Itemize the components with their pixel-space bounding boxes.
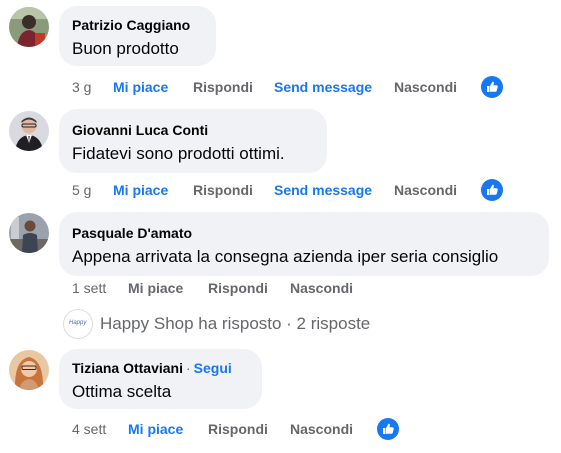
separator-dot: · — [186, 360, 191, 376]
comment-author[interactable]: Pasquale D'amato — [72, 225, 192, 241]
hide-button[interactable]: Nascondi — [290, 421, 353, 437]
comment-bubble: Pasquale D'amato Appena arrivata la cons… — [59, 212, 549, 276]
hide-button[interactable]: Nascondi — [394, 182, 457, 198]
thumbs-up-icon[interactable] — [481, 76, 503, 98]
comment-text: Appena arrivata la consegna azienda iper… — [72, 247, 499, 266]
like-button[interactable]: Mi piace — [128, 421, 183, 437]
like-button[interactable]: Mi piace — [113, 79, 168, 95]
comment-time[interactable]: 1 sett — [72, 280, 106, 296]
reply-button[interactable]: Rispondi — [193, 182, 253, 198]
avatar[interactable] — [9, 111, 49, 151]
page-avatar: Happy — [63, 309, 93, 339]
comment-text: Fidatevi sono prodotti ottimi. — [72, 144, 285, 163]
comment-bubble: Tiziana Ottaviani · Segui Ottima scelta — [59, 349, 262, 409]
hide-button[interactable]: Nascondi — [394, 79, 457, 95]
comment-actions: 5 g Mi piace Rispondi Send message Nasco… — [0, 179, 561, 203]
comment-bubble: Giovanni Luca Conti Fidatevi sono prodot… — [59, 109, 327, 173]
avatar[interactable] — [9, 7, 49, 47]
avatar[interactable] — [9, 213, 49, 253]
comment-text: Ottima scelta — [72, 382, 172, 401]
comment-actions: 3 g Mi piace Rispondi Send message Nasco… — [0, 76, 561, 100]
comment-author[interactable]: Patrizio Caggiano — [72, 17, 190, 33]
comment-time[interactable]: 3 g — [72, 79, 91, 95]
send-message-button[interactable]: Send message — [274, 182, 372, 198]
page-avatar-logo-text: Happy — [69, 320, 87, 326]
comment-author-row: Tiziana Ottaviani · Segui — [72, 360, 232, 376]
comment-time[interactable]: 4 sett — [72, 421, 106, 437]
comment-author[interactable]: Tiziana Ottaviani — [72, 360, 183, 376]
avatar[interactable] — [9, 350, 49, 390]
follow-button[interactable]: Segui — [194, 360, 232, 376]
reply-button[interactable]: Rispondi — [208, 280, 268, 296]
thumbs-up-icon[interactable] — [481, 179, 503, 201]
comment-author[interactable]: Giovanni Luca Conti — [72, 122, 208, 138]
thumbs-up-icon[interactable] — [377, 418, 399, 440]
like-button[interactable]: Mi piace — [128, 280, 183, 296]
comment-time[interactable]: 5 g — [72, 182, 91, 198]
comment-bubble: Patrizio Caggiano Buon prodotto — [59, 6, 216, 66]
replies-summary-text[interactable]: Happy Shop ha risposto · 2 risposte — [100, 314, 370, 334]
comment-actions: 4 sett Mi piace Rispondi Nascondi — [0, 418, 561, 442]
hide-button[interactable]: Nascondi — [290, 280, 353, 296]
reply-button[interactable]: Rispondi — [208, 421, 268, 437]
comment-actions: 1 sett Mi piace Rispondi Nascondi — [0, 277, 561, 301]
like-button[interactable]: Mi piace — [113, 182, 168, 198]
reply-button[interactable]: Rispondi — [193, 79, 253, 95]
comment-text: Buon prodotto — [72, 39, 179, 58]
send-message-button[interactable]: Send message — [274, 79, 372, 95]
